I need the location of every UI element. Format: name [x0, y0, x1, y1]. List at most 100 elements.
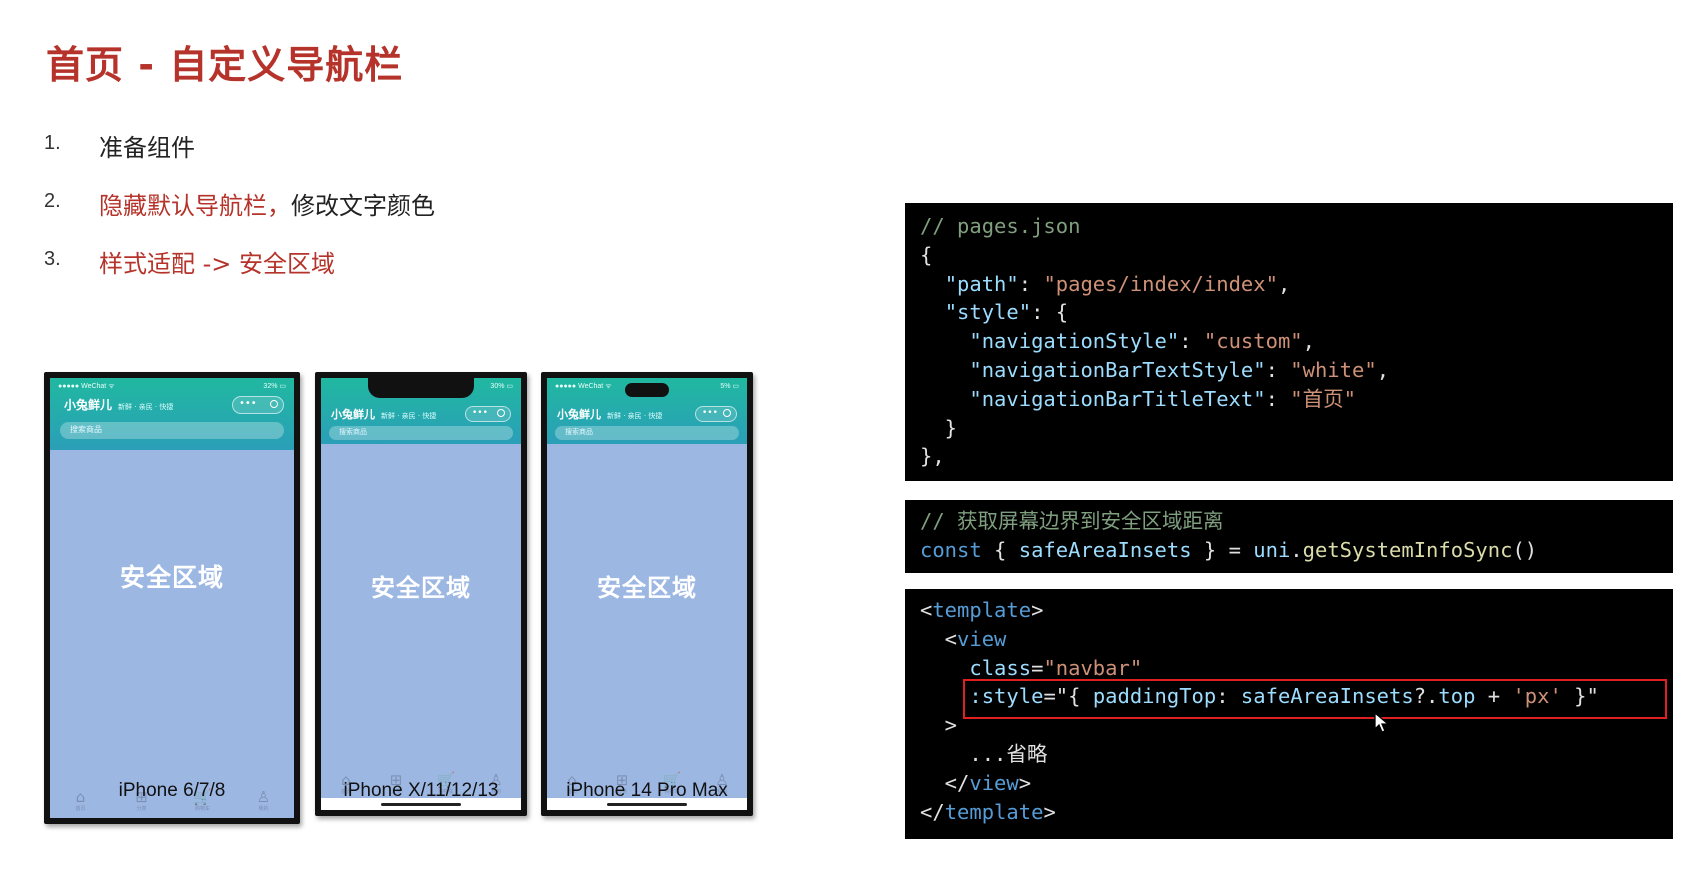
step-text-highlight: 样式适配 -> 安全区域 [99, 250, 336, 278]
status-left: ●●●●● WeChat ᯤ [555, 383, 612, 390]
step-text-highlight: 隐藏默认导航栏， [99, 192, 291, 220]
phone-screen: ●●●●● WeChat ᯤ 32% ▭ 小兔鲜儿 新鲜 · 亲民 · 快捷 ••… [50, 378, 294, 818]
code-text: // 获取屏幕边界到安全区域距离 const { safeAreaInsets … [920, 507, 1673, 565]
code-token: // 获取屏幕边界到安全区域距离 [920, 509, 1224, 533]
code-token: uni [1253, 537, 1291, 562]
code-line: <template> [920, 598, 1043, 622]
code-token: const [920, 537, 982, 562]
code-text: // pages.json { "path": "pages/index/ind… [920, 212, 1673, 471]
mini-program-capsule[interactable]: ••• [232, 396, 284, 414]
more-icon[interactable]: ••• [702, 408, 718, 419]
status-bar: 30% ▭ [329, 382, 513, 390]
custom-navbar: 30% ▭ 小兔鲜儿 新鲜 · 亲民 · 快捷 ••• 搜索商品 [321, 378, 521, 444]
code-token: "white" [1290, 357, 1377, 382]
code-line: > [920, 713, 957, 737]
code-line: } [920, 416, 957, 440]
custom-navbar: ●●●●● WeChat ᯤ 5% ▭ 小兔鲜儿 新鲜 · 亲民 · 快捷 •••… [547, 378, 747, 444]
code-token: view [957, 626, 1007, 651]
code-token: : [1018, 271, 1044, 296]
code-line: }, [920, 444, 945, 468]
code-token: . [1290, 537, 1303, 562]
code-line: "path": "pages/index/index", [920, 271, 1291, 296]
step-number: 1. [44, 132, 61, 154]
code-token: , [1277, 271, 1291, 296]
code-token: template [932, 598, 1032, 622]
code-token: "首页" [1290, 386, 1356, 411]
tab-label: 我的 [258, 805, 269, 812]
code-token: "style" [944, 300, 1032, 325]
tab-label: 购物车 [194, 805, 210, 812]
code-token: "navbar" [1043, 655, 1143, 680]
phone-caption: iPhone X/11/12/13 [343, 780, 499, 801]
code-token: template [944, 799, 1044, 824]
brand-name: 小兔鲜儿 [331, 408, 375, 421]
search-bar[interactable]: 搜索商品 [329, 426, 513, 440]
search-bar[interactable]: 搜索商品 [555, 426, 739, 440]
page-title: 首页 - 自定义导航栏 [46, 43, 404, 87]
code-line: "navigationBarTitleText": "首页" [920, 387, 1356, 411]
code-token: : { [1031, 300, 1069, 325]
code-token: } [920, 415, 958, 440]
more-icon[interactable]: ••• [472, 408, 488, 419]
phone-iphone-x: 30% ▭ 小兔鲜儿 新鲜 · 亲民 · 快捷 ••• 搜索商品 安全区域 ⌂ 首页… [315, 372, 527, 816]
battery-status: 32% ▭ [263, 383, 286, 390]
step-number: 3. [44, 248, 61, 270]
safe-area-label: 安全区域 [371, 574, 471, 602]
home-indicator [607, 803, 687, 806]
code-block-safe-area: // 获取屏幕边界到安全区域距离 const { safeAreaInsets … [905, 500, 1673, 573]
phone-iphone-14-pro-max: ●●●●● WeChat ᯤ 5% ▭ 小兔鲜儿 新鲜 · 亲民 · 快捷 •••… [541, 372, 753, 816]
code-token: "navigationBarTextStyle" [969, 357, 1266, 382]
brand-name: 小兔鲜儿 [64, 398, 113, 412]
code-token: = [1031, 655, 1044, 680]
code-token: > [1018, 770, 1032, 795]
search-placeholder: 搜索商品 [70, 425, 102, 434]
close-icon[interactable] [723, 409, 731, 417]
more-icon[interactable]: ••• [239, 398, 257, 410]
code-token: > [1031, 598, 1044, 622]
brand-slogan: 新鲜 · 亲民 · 快捷 [118, 403, 174, 411]
search-bar[interactable]: 搜索商品 [60, 422, 284, 439]
code-token: : [1265, 386, 1291, 411]
status-bar: ●●●●● WeChat ᯤ 32% ▭ [58, 382, 286, 391]
code-token: , [1302, 329, 1315, 354]
phone-screen: 30% ▭ 小兔鲜儿 新鲜 · 亲民 · 快捷 ••• 搜索商品 安全区域 ⌂ 首页… [321, 378, 521, 810]
close-icon[interactable] [497, 409, 505, 417]
status-left: ●●●●● WeChat ᯤ [58, 383, 115, 390]
phone-iphone-8: ●●●●● WeChat ᯤ 32% ▭ 小兔鲜儿 新鲜 · 亲民 · 快捷 ••… [44, 372, 300, 824]
code-line: // 获取屏幕边界到安全区域距离 [920, 509, 1224, 533]
brand-logo: 小兔鲜儿 新鲜 · 亲民 · 快捷 [64, 396, 173, 413]
code-token: } = [1191, 537, 1254, 562]
brand-logo: 小兔鲜儿 新鲜 · 亲民 · 快捷 [557, 406, 662, 422]
code-line: </view> [920, 771, 1031, 795]
code-token: "navigationStyle" [969, 329, 1180, 354]
safe-area-label: 安全区域 [119, 563, 224, 592]
code-token: : [1265, 357, 1291, 382]
code-token: "pages/index/index" [1043, 271, 1278, 296]
home-indicator [381, 803, 461, 806]
code-line: const { safeAreaInsets } = uni.getSystem… [920, 538, 1537, 562]
code-line: "navigationStyle": "custom", [920, 329, 1315, 353]
close-icon[interactable] [270, 400, 278, 408]
tab-label: 分类 [136, 805, 147, 812]
tab-label: 首页 [75, 805, 86, 812]
brand-name: 小兔鲜儿 [557, 408, 601, 421]
step-text: 准备组件 [99, 134, 195, 162]
mini-program-capsule[interactable]: ••• [695, 406, 737, 422]
code-token: < [920, 626, 958, 651]
code-token: "navigationBarTitleText" [969, 386, 1266, 411]
code-line: // pages.json [920, 214, 1080, 238]
code-token: < [920, 598, 933, 622]
step-number: 2. [44, 190, 61, 212]
mini-program-capsule[interactable]: ••• [465, 406, 511, 422]
code-token: : [1179, 329, 1204, 354]
brand-slogan: 新鲜 · 亲民 · 快捷 [381, 412, 437, 420]
code-line: "navigationBarTextStyle": "white", [920, 358, 1389, 382]
brand-logo: 小兔鲜儿 新鲜 · 亲民 · 快捷 [331, 406, 436, 422]
phone-caption: iPhone 6/7/8 [118, 780, 226, 801]
